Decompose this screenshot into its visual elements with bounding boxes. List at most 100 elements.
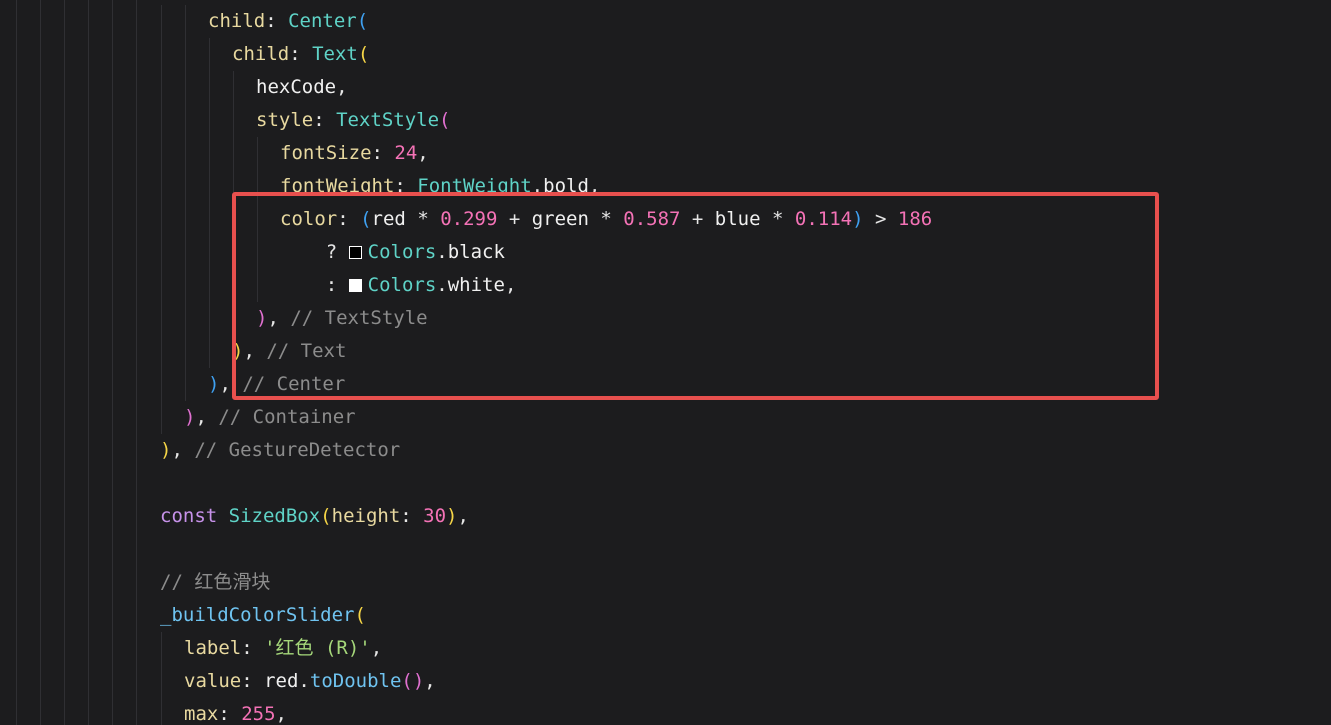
code-line: _buildColorSlider( — [160, 599, 366, 632]
code-token: + — [680, 208, 715, 230]
indent-guide — [161, 269, 162, 302]
code-token: bold — [543, 175, 589, 197]
code-token: : — [280, 274, 349, 296]
code-token: , — [275, 703, 287, 725]
code-token: fontSize — [280, 142, 372, 164]
code-editor[interactable]: child: Center(child: Text(hexCode, style:… — [0, 0, 1331, 725]
indent-guide — [185, 335, 186, 368]
code-token: 0.587 — [623, 208, 681, 230]
code-token: ) — [446, 505, 458, 527]
code-line: fontSize: 24, — [280, 137, 429, 170]
code-token: , — [504, 274, 517, 296]
code-token: ( — [439, 109, 451, 131]
indent-guide — [185, 71, 186, 104]
code-token: , — [219, 373, 243, 395]
indent-guide — [161, 698, 162, 725]
code-token: red — [264, 670, 299, 692]
indent-guide — [161, 203, 162, 236]
indent-guide — [185, 104, 186, 137]
code-line: child: Text( — [232, 38, 369, 71]
indent-guide — [161, 71, 162, 104]
color-swatch-icon[interactable] — [348, 279, 362, 292]
code-token: . — [298, 670, 310, 692]
code-token: height — [331, 505, 401, 527]
code-token: const — [160, 505, 218, 527]
indent-guide — [185, 368, 186, 401]
indent-guide — [161, 632, 162, 665]
code-token: ) — [184, 406, 196, 428]
code-line: // 红色滑块 — [160, 566, 270, 599]
indent-guide — [161, 170, 162, 203]
indent-guide — [257, 170, 258, 203]
code-token: 0.299 — [440, 208, 498, 230]
code-line: ), // Container — [184, 401, 356, 434]
code-token: _buildColorSlider — [160, 604, 355, 626]
indent-guide — [185, 302, 186, 335]
code-line: ), // GestureDetector — [160, 434, 400, 467]
code-token: : — [313, 109, 337, 131]
code-token: // 红色滑块 — [160, 571, 271, 593]
indent-guide — [161, 335, 162, 368]
code-token: ) — [232, 340, 244, 362]
indent-guide — [136, 0, 137, 725]
code-token: , — [588, 175, 601, 197]
code-token: > — [863, 208, 898, 230]
indent-guide — [209, 335, 210, 368]
indent-guide — [185, 170, 186, 203]
code-token: , — [370, 637, 383, 659]
indent-guide — [112, 0, 113, 725]
indent-guide — [185, 38, 186, 71]
indent-guide — [233, 104, 234, 137]
code-token: ( — [357, 43, 370, 65]
code-token: : — [241, 637, 265, 659]
code-token: white — [447, 274, 505, 296]
code-token: // Container — [218, 406, 356, 428]
indent-guide — [161, 401, 162, 434]
code-token: Colors — [367, 274, 437, 296]
code-token: * — [588, 208, 624, 230]
code-line: max: 255, — [184, 698, 287, 725]
code-token: : — [337, 208, 361, 230]
code-line: hexCode, — [256, 71, 348, 104]
code-line: child: Center( — [208, 5, 368, 38]
indent-guide — [209, 104, 210, 137]
code-token: color — [280, 208, 338, 230]
code-token: ? — [280, 241, 349, 263]
code-token: , — [243, 340, 267, 362]
indent-guide — [161, 368, 162, 401]
indent-guide — [161, 5, 162, 38]
indent-guide — [209, 38, 210, 71]
indent-guide — [233, 71, 234, 104]
code-token: , — [171, 439, 195, 461]
code-token: // GestureDetector — [194, 439, 401, 461]
code-token: , — [424, 670, 436, 692]
code-token: ( — [354, 604, 366, 626]
code-token: toDouble — [309, 670, 402, 692]
code-token: . — [436, 241, 448, 263]
code-token: 24 — [394, 142, 418, 164]
indent-guide — [185, 236, 186, 269]
code-line: ), // Center — [208, 368, 345, 401]
indent-guide — [209, 71, 210, 104]
indent-guide — [233, 269, 234, 302]
code-line: ? Colors.black — [280, 236, 505, 269]
code-line: color: (red * 0.299 + green * 0.587 + bl… — [280, 203, 932, 236]
code-token: , — [417, 142, 429, 164]
code-token: () — [401, 670, 425, 692]
indent-guide — [185, 203, 186, 236]
code-token: , — [267, 307, 291, 329]
color-swatch-icon[interactable] — [348, 246, 362, 259]
code-token: child — [208, 10, 266, 32]
indent-guide — [16, 0, 17, 725]
code-token: ) — [160, 439, 172, 461]
code-token: fontWeight — [280, 175, 395, 197]
code-line: const SizedBox(height: 30), — [160, 500, 469, 533]
code-token: // Center — [242, 373, 346, 395]
indent-guide — [209, 170, 210, 203]
code-token: TextStyle — [336, 109, 440, 131]
code-token: value — [184, 670, 242, 692]
code-token: : — [394, 175, 418, 197]
indent-guide — [185, 137, 186, 170]
indent-guide — [64, 0, 65, 725]
code-token: * — [760, 208, 795, 230]
